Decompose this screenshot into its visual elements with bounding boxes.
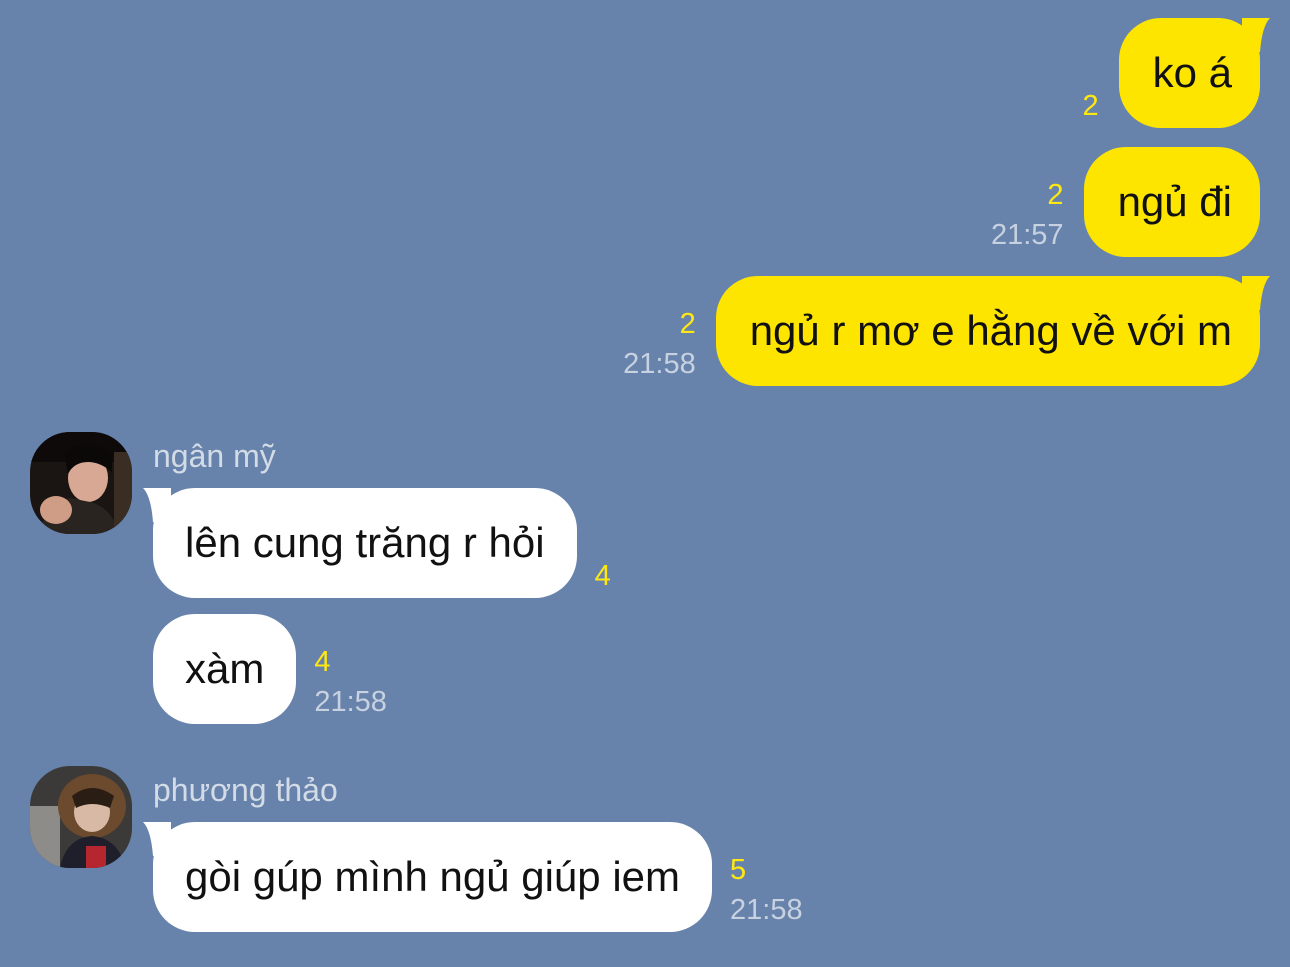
unread-count: 4 xyxy=(594,560,611,592)
sent-message-row: 2 21:57 ngủ đi xyxy=(991,147,1260,257)
sent-message-bubble[interactable]: ko á xyxy=(1118,18,1270,128)
unread-count: 4 xyxy=(314,646,331,678)
received-message-row: gòi gúp mình ngủ giúp iem 5 21:58 xyxy=(143,822,803,932)
message-meta: 4 xyxy=(595,556,611,598)
message-meta: 4 21:58 xyxy=(314,642,387,724)
bubble-tail-icon xyxy=(1242,18,1270,52)
sent-message-row: 2 ko á xyxy=(1082,18,1270,128)
bubble-tail-icon xyxy=(143,822,171,856)
profile-photo-icon xyxy=(30,766,132,868)
received-message-row: lên cung trăng r hỏi 4 xyxy=(143,488,611,598)
received-message-bubble[interactable]: lên cung trăng r hỏi xyxy=(143,488,577,598)
unread-count: 2 xyxy=(1082,90,1099,122)
message-text: gòi gúp mình ngủ giúp iem xyxy=(185,853,680,900)
message-meta: 2 21:58 xyxy=(623,304,696,386)
message-text: ko á xyxy=(1152,49,1232,96)
sender-name: phương thảo xyxy=(153,772,338,808)
received-message-bubble[interactable]: xàm xyxy=(153,614,297,724)
sent-message-row: 2 21:58 ngủ r mơ e hằng về với m xyxy=(623,276,1270,386)
sender-name: ngân mỹ xyxy=(153,438,276,474)
message-timestamp: 21:58 xyxy=(730,894,803,926)
sent-message-bubble[interactable]: ngủ đi xyxy=(1083,147,1260,257)
message-timestamp: 21:58 xyxy=(623,348,696,380)
bubble-tail-icon xyxy=(143,488,171,522)
profile-photo-icon xyxy=(30,432,132,534)
unread-count: 2 xyxy=(1047,179,1064,211)
message-text: ngủ r mơ e hằng về với m xyxy=(749,307,1232,354)
message-meta: 2 21:57 xyxy=(991,175,1064,257)
message-text: lên cung trăng r hỏi xyxy=(185,519,545,566)
message-text: ngủ đi xyxy=(1117,178,1232,225)
message-timestamp: 21:58 xyxy=(314,686,387,718)
avatar[interactable] xyxy=(30,432,132,534)
message-meta: 5 21:58 xyxy=(730,850,803,932)
received-message-bubble[interactable]: gòi gúp mình ngủ giúp iem xyxy=(143,822,712,932)
bubble-tail-icon xyxy=(1242,276,1270,310)
chat-thread[interactable]: 2 ko á 2 21:57 ngủ đi 2 21:58 ngủ r mơ e… xyxy=(0,0,1290,967)
unread-count: 2 xyxy=(679,308,696,340)
message-timestamp: 21:57 xyxy=(990,219,1064,251)
message-meta: 2 xyxy=(1082,86,1098,128)
sent-message-bubble[interactable]: ngủ r mơ e hằng về với m xyxy=(715,276,1270,386)
received-message-row: xàm 4 21:58 xyxy=(153,614,387,724)
avatar[interactable] xyxy=(30,766,132,868)
unread-count: 5 xyxy=(730,854,747,886)
message-text: xàm xyxy=(185,645,265,692)
